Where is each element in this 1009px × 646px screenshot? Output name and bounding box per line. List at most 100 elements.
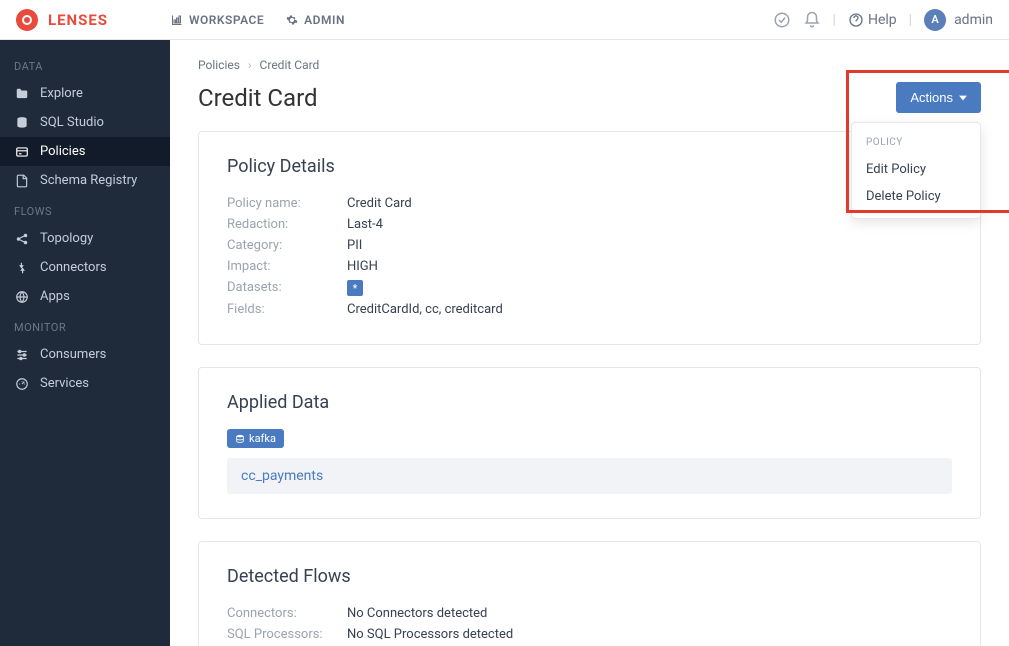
card-icon bbox=[14, 145, 30, 159]
sidebar: DATA Explore SQL Studio Policies Schema … bbox=[0, 40, 170, 646]
star-badge: * bbox=[347, 280, 363, 296]
detail-label: Connectors: bbox=[227, 606, 347, 621]
card-title: Applied Data bbox=[227, 392, 952, 413]
sidebar-item-label: Policies bbox=[40, 144, 85, 159]
page-header: Credit Card Actions POLICY Edit Policy D… bbox=[198, 82, 981, 113]
applied-data-card: Applied Data kafka cc_payments bbox=[198, 367, 981, 519]
detail-label: Category: bbox=[227, 238, 347, 253]
detail-label: Redaction: bbox=[227, 217, 347, 232]
actions-button[interactable]: Actions bbox=[896, 82, 981, 113]
detail-label: Fields: bbox=[227, 302, 347, 317]
detail-label: SQL Processors: bbox=[227, 627, 347, 642]
detail-row-category: Category: PII bbox=[227, 235, 952, 256]
nav-admin[interactable]: ADMIN bbox=[286, 13, 345, 27]
plug-icon bbox=[14, 261, 30, 275]
detail-value: HIGH bbox=[347, 259, 378, 274]
applied-data-row: cc_payments bbox=[227, 458, 952, 494]
sidebar-item-label: Explore bbox=[40, 86, 83, 101]
breadcrumb-root[interactable]: Policies bbox=[198, 58, 240, 72]
detail-row-redaction: Redaction: Last-4 bbox=[227, 214, 952, 235]
user-name: admin bbox=[954, 12, 993, 28]
top-right: | Help | A admin bbox=[773, 9, 993, 31]
sidebar-item-label: Schema Registry bbox=[40, 173, 137, 188]
sidebar-item-sql-studio[interactable]: SQL Studio bbox=[0, 108, 170, 137]
detail-label: Policy name: bbox=[227, 196, 347, 211]
help-icon bbox=[848, 12, 864, 28]
separator: | bbox=[909, 12, 912, 28]
detail-row-impact: Impact: HIGH bbox=[227, 256, 952, 277]
sidebar-item-services[interactable]: Services bbox=[0, 369, 170, 398]
detail-value: No Connectors detected bbox=[347, 606, 487, 621]
help-label: Help bbox=[868, 12, 897, 28]
nav-workspace-label: WORKSPACE bbox=[189, 13, 264, 27]
gauge-icon bbox=[14, 377, 30, 391]
detail-value: Last-4 bbox=[347, 217, 383, 232]
kafka-badge: kafka bbox=[227, 429, 284, 448]
detail-row-name: Policy name: Credit Card bbox=[227, 193, 952, 214]
detail-value: No SQL Processors detected bbox=[347, 627, 513, 642]
sidebar-item-apps[interactable]: Apps bbox=[0, 282, 170, 311]
dropdown-header: POLICY bbox=[852, 131, 980, 156]
bell-icon[interactable] bbox=[803, 11, 821, 29]
sidebar-item-label: Topology bbox=[40, 231, 93, 246]
logo-text: LENSES bbox=[48, 11, 108, 29]
sidebar-item-schema-registry[interactable]: Schema Registry bbox=[0, 166, 170, 195]
sidebar-item-label: Consumers bbox=[40, 347, 106, 362]
detail-value: CreditCardId, cc, creditcard bbox=[347, 302, 503, 317]
actions-label: Actions bbox=[910, 90, 953, 105]
sidebar-item-connectors[interactable]: Connectors bbox=[0, 253, 170, 282]
detail-value: Credit Card bbox=[347, 196, 412, 211]
detail-label: Impact: bbox=[227, 259, 347, 274]
sidebar-item-policies[interactable]: Policies bbox=[0, 137, 170, 166]
card-title: Policy Details bbox=[227, 156, 952, 177]
card-title: Detected Flows bbox=[227, 566, 952, 587]
actions-dropdown: POLICY Edit Policy Delete Policy bbox=[851, 122, 981, 219]
topbar: LENSES WORKSPACE ADMIN | bbox=[0, 0, 1009, 40]
breadcrumb: Policies › Credit Card bbox=[198, 58, 981, 72]
folder-icon bbox=[14, 87, 30, 101]
sidebar-item-label: Connectors bbox=[40, 260, 107, 275]
document-icon bbox=[14, 174, 30, 188]
chart-icon bbox=[171, 14, 183, 26]
check-circle-icon[interactable] bbox=[773, 11, 791, 29]
actions-wrap: Actions POLICY Edit Policy Delete Policy bbox=[896, 82, 981, 113]
dropdown-delete-policy[interactable]: Delete Policy bbox=[852, 183, 980, 210]
sidebar-item-label: Apps bbox=[40, 289, 70, 304]
kafka-label: kafka bbox=[249, 432, 276, 445]
main-content: Policies › Credit Card Credit Card Actio… bbox=[170, 40, 1009, 646]
sidebar-item-consumers[interactable]: Consumers bbox=[0, 340, 170, 369]
database-icon bbox=[235, 434, 245, 444]
database-icon bbox=[14, 116, 30, 130]
sidebar-item-explore[interactable]: Explore bbox=[0, 79, 170, 108]
separator: | bbox=[833, 12, 836, 28]
help-link[interactable]: Help bbox=[848, 12, 897, 28]
side-section-flows: FLOWS bbox=[0, 195, 170, 224]
nav-admin-label: ADMIN bbox=[304, 13, 345, 27]
dropdown-edit-policy[interactable]: Edit Policy bbox=[852, 156, 980, 183]
sidebar-item-label: SQL Studio bbox=[40, 115, 104, 130]
sidebar-item-topology[interactable]: Topology bbox=[0, 224, 170, 253]
detail-value: * bbox=[347, 280, 363, 296]
top-nav: WORKSPACE ADMIN bbox=[171, 13, 345, 27]
page-title: Credit Card bbox=[198, 84, 318, 112]
sidebar-item-label: Services bbox=[40, 376, 89, 391]
side-section-monitor: MONITOR bbox=[0, 311, 170, 340]
nav-workspace[interactable]: WORKSPACE bbox=[171, 13, 264, 27]
gear-icon bbox=[286, 14, 298, 26]
logo-icon bbox=[16, 9, 38, 31]
chevron-right-icon: › bbox=[248, 58, 252, 72]
applied-data-link[interactable]: cc_payments bbox=[241, 468, 323, 484]
breadcrumb-current: Credit Card bbox=[260, 58, 320, 72]
detail-row-fields: Fields: CreditCardId, cc, creditcard bbox=[227, 299, 952, 320]
detail-row-connectors: Connectors: No Connectors detected bbox=[227, 603, 952, 624]
globe-icon bbox=[14, 290, 30, 304]
detail-row-sql-processors: SQL Processors: No SQL Processors detect… bbox=[227, 624, 952, 645]
detected-flows-card: Detected Flows Connectors: No Connectors… bbox=[198, 541, 981, 646]
caret-down-icon bbox=[959, 94, 967, 102]
user-menu[interactable]: A admin bbox=[924, 9, 993, 31]
detail-value: PII bbox=[347, 238, 362, 253]
logo[interactable]: LENSES bbox=[16, 9, 171, 31]
sliders-icon bbox=[14, 348, 30, 362]
side-section-data: DATA bbox=[0, 50, 170, 79]
avatar: A bbox=[924, 9, 946, 31]
